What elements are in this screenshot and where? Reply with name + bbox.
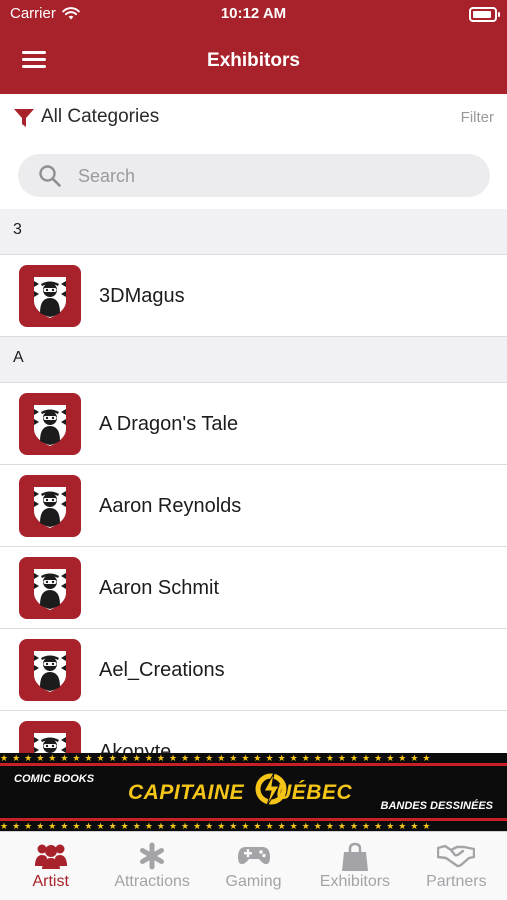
list-item[interactable]: Akonyte <box>0 711 507 753</box>
status-time: 10:12 AM <box>220 5 287 22</box>
list-item[interactable]: A Dragon's Tale <box>0 383 507 465</box>
top-bar: Carrier 10:12 AM Exhibitors <box>0 0 507 94</box>
funnel-icon[interactable] <box>13 107 35 129</box>
page-title: Exhibitors <box>207 50 300 71</box>
list-item-name: Akonyte <box>99 741 172 753</box>
tab-bar: Artist Attractions Gaming Exhibitors Par… <box>0 831 507 900</box>
masked-figure-icon <box>34 651 66 692</box>
battery-level <box>473 11 491 18</box>
star-border-bottom: ★★★★★★★★★★★★★★★★★★★★★★★★★★★★★★★★★★★★ <box>0 821 435 831</box>
tab-label: Gaming <box>225 873 282 890</box>
tab-label: Partners <box>426 873 487 890</box>
exhibitor-list[interactable]: 3 3DMagus A A Dragon's Tale Aaron Reynol… <box>0 209 507 753</box>
banner-stripe <box>0 763 507 766</box>
asterisk-icon <box>140 842 165 870</box>
people-icon <box>34 844 67 869</box>
shopping-bag-icon <box>341 842 368 871</box>
tab-attractions[interactable]: Attractions <box>101 832 202 900</box>
list-item-name: 3DMagus <box>99 285 185 307</box>
magnifier-icon <box>39 165 61 187</box>
banner-brand: CAPITAINE UÉBEC <box>128 781 352 805</box>
exhibitor-avatar <box>19 721 81 753</box>
masked-figure-icon <box>34 733 66 753</box>
list-item[interactable]: Ael_Creations <box>0 629 507 711</box>
tab-artist[interactable]: Artist <box>0 832 101 900</box>
list-item[interactable]: Aaron Reynolds <box>0 465 507 547</box>
handshake-icon <box>437 844 476 868</box>
exhibitor-avatar <box>19 557 81 619</box>
category-selector[interactable]: All Categories <box>41 106 159 128</box>
gamepad-icon <box>237 847 270 865</box>
list-item[interactable]: Aaron Schmit <box>0 547 507 629</box>
search-input[interactable] <box>76 154 480 199</box>
battery-icon <box>469 7 500 22</box>
banner-right-text: BANDES DESSINÉES <box>380 800 493 812</box>
section-header: A <box>0 337 507 383</box>
masked-figure-icon <box>34 569 66 610</box>
filter-button[interactable]: Filter <box>461 109 494 126</box>
banner-ad[interactable]: ★★★★★★★★★★★★★★★★★★★★★★★★★★★★★★★★★★★★ COM… <box>0 753 507 831</box>
banner-brand-part1: CAPITAINE <box>128 781 245 804</box>
tab-label: Exhibitors <box>319 873 391 890</box>
list-item[interactable]: 3DMagus <box>0 255 507 337</box>
exhibitor-avatar <box>19 265 81 327</box>
exhibitor-avatar <box>19 475 81 537</box>
list-item-name: A Dragon's Tale <box>99 413 239 435</box>
tab-label: Artist <box>32 873 69 890</box>
tab-exhibitors[interactable]: Exhibitors <box>304 832 405 900</box>
masked-figure-icon <box>34 487 66 528</box>
lightning-q-icon <box>255 772 287 807</box>
masked-figure-icon <box>34 277 66 318</box>
section-header-label: A <box>13 349 24 366</box>
search-bar[interactable] <box>18 154 490 199</box>
exhibitor-avatar <box>19 639 81 701</box>
section-header: 3 <box>0 209 507 255</box>
banner-left-text: COMIC BOOKS <box>14 773 95 785</box>
exhibitor-avatar <box>19 393 81 455</box>
tab-gaming[interactable]: Gaming <box>203 832 304 900</box>
list-item-name: Aaron Schmit <box>99 577 220 599</box>
masked-figure-icon <box>34 405 66 446</box>
filter-row: All Categories Filter <box>0 94 507 142</box>
star-border-top: ★★★★★★★★★★★★★★★★★★★★★★★★★★★★★★★★★★★★ <box>0 753 435 763</box>
list-item-name: Aaron Reynolds <box>99 495 242 517</box>
tab-label: Attractions <box>114 873 190 890</box>
section-header-label: 3 <box>13 221 22 238</box>
tab-partners[interactable]: Partners <box>406 832 507 900</box>
list-item-name: Ael_Creations <box>99 659 225 681</box>
